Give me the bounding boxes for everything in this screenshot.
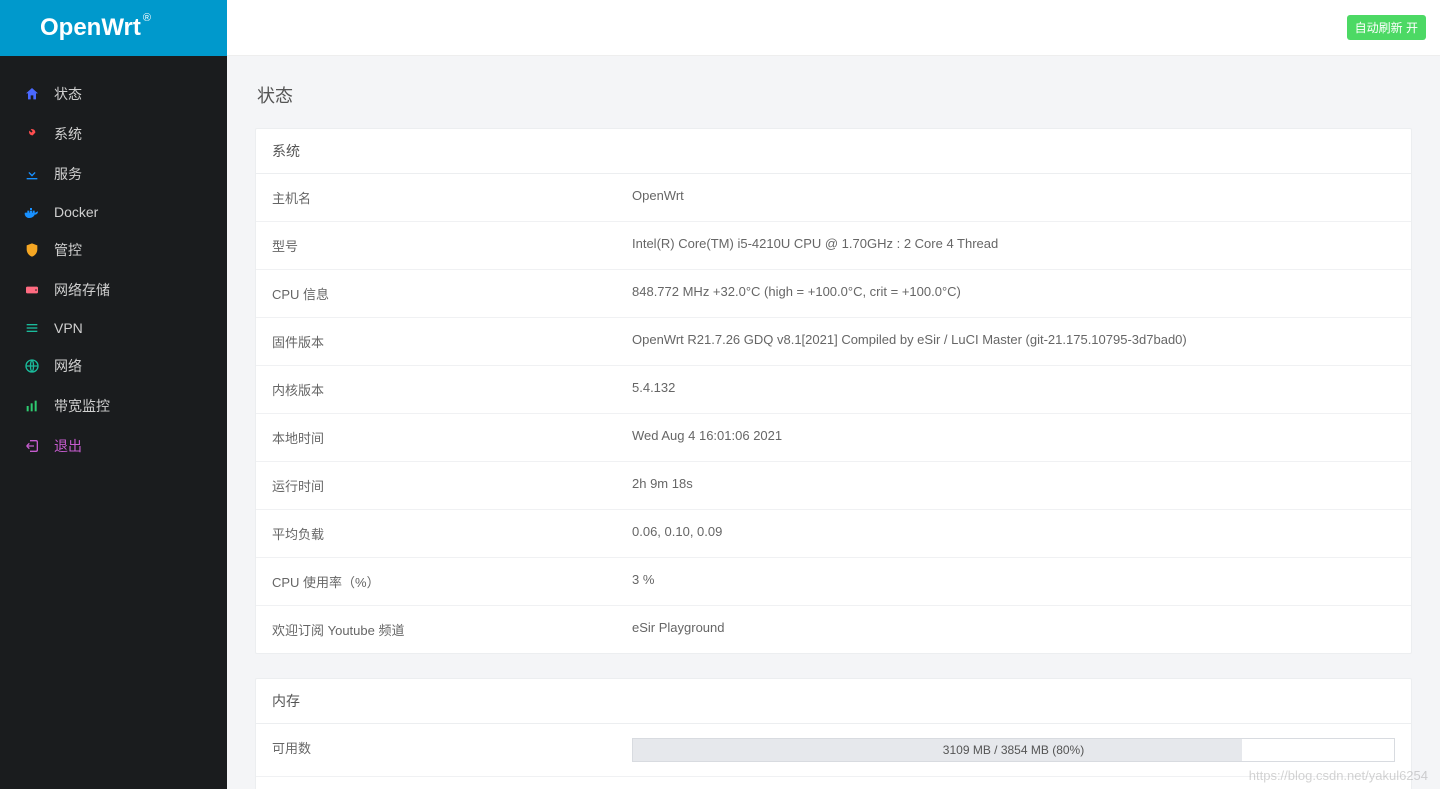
sidebar-item-1[interactable]: 系统 [0, 114, 227, 154]
sidebar-item-4[interactable]: 管控 [0, 230, 227, 270]
system-row-value: 5.4.132 [632, 380, 1395, 399]
memory-row: 已缓存111 MB / 3854 MB (2%) [256, 776, 1411, 789]
system-row: 运行时间2h 9m 18s [256, 461, 1411, 509]
system-row-label: 固件版本 [272, 332, 632, 351]
system-row-value: 2h 9m 18s [632, 476, 1395, 495]
home-icon [24, 86, 40, 102]
topbar: 自动刷新 开 [227, 0, 1440, 56]
download-icon [24, 166, 40, 182]
system-row-value: 3 % [632, 572, 1395, 591]
system-row-value: Intel(R) Core(TM) i5-4210U CPU @ 1.70GHz… [632, 236, 1395, 255]
system-row-value: 848.772 MHz +32.0°C (high = +100.0°C, cr… [632, 284, 1395, 303]
system-row-label: 运行时间 [272, 476, 632, 495]
sidebar-item-label: 状态 [54, 84, 207, 104]
system-row-value: eSir Playground [632, 620, 1395, 639]
brand-logo[interactable]: OpenWrt® [0, 0, 227, 56]
logout-icon [24, 438, 40, 454]
sidebar-item-9[interactable]: 退出 [0, 426, 227, 466]
sidebar-item-6[interactable]: VPN [0, 310, 227, 346]
system-row: 本地时间Wed Aug 4 16:01:06 2021 [256, 413, 1411, 461]
sidebar-item-label: 网络存储 [54, 280, 207, 300]
brand-name: OpenWrt [40, 14, 141, 42]
sidebar-item-3[interactable]: Docker [0, 194, 227, 230]
panel-memory-title: 内存 [256, 679, 1411, 724]
sidebar-item-label: 系统 [54, 124, 207, 144]
system-row-value: 0.06, 0.10, 0.09 [632, 524, 1395, 543]
system-row: 固件版本OpenWrt R21.7.26 GDQ v8.1[2021] Comp… [256, 317, 1411, 365]
sidebar-item-label: Docker [54, 204, 207, 220]
system-row: 主机名OpenWrt [256, 174, 1411, 221]
system-row: 型号Intel(R) Core(TM) i5-4210U CPU @ 1.70G… [256, 221, 1411, 269]
sidebar-nav: 状态系统服务 Docker 管控网络存储 VPN 网络带宽监控退出 [0, 56, 227, 466]
panel-memory: 内存 可用数3109 MB / 3854 MB (80%)已缓存111 MB /… [255, 678, 1412, 789]
memory-row-value: 3109 MB / 3854 MB (80%) [632, 738, 1395, 762]
page-title: 状态 [257, 82, 1412, 108]
shield-icon [24, 242, 40, 258]
system-row-label: CPU 信息 [272, 284, 632, 303]
main: 自动刷新 开 状态 系统 主机名OpenWrt型号Intel(R) Core(T… [227, 0, 1440, 789]
whale-icon [24, 204, 40, 220]
sidebar-item-label: VPN [54, 320, 207, 336]
bars-icon [24, 320, 40, 336]
system-row-label: 型号 [272, 236, 632, 255]
system-row: CPU 信息848.772 MHz +32.0°C (high = +100.0… [256, 269, 1411, 317]
brand-sup: ® [143, 12, 151, 24]
sidebar-item-label: 带宽监控 [54, 396, 207, 416]
system-row-label: 平均负载 [272, 524, 632, 543]
system-row: 平均负载0.06, 0.10, 0.09 [256, 509, 1411, 557]
system-row-label: 内核版本 [272, 380, 632, 399]
content: 状态 系统 主机名OpenWrt型号Intel(R) Core(TM) i5-4… [227, 56, 1440, 789]
system-row-label: 欢迎订阅 Youtube 频道 [272, 620, 632, 639]
panel-system-title: 系统 [256, 129, 1411, 174]
sidebar-item-5[interactable]: 网络存储 [0, 270, 227, 310]
system-row: CPU 使用率（%）3 % [256, 557, 1411, 605]
tools-icon [24, 126, 40, 142]
system-row-label: 主机名 [272, 188, 632, 207]
panel-system: 系统 主机名OpenWrt型号Intel(R) Core(TM) i5-4210… [255, 128, 1412, 654]
system-row-label: 本地时间 [272, 428, 632, 447]
sidebar-item-label: 服务 [54, 164, 207, 184]
chart-icon [24, 398, 40, 414]
sidebar-item-label: 管控 [54, 240, 207, 260]
progress-text: 3109 MB / 3854 MB (80%) [633, 739, 1394, 761]
memory-row: 可用数3109 MB / 3854 MB (80%) [256, 724, 1411, 776]
memory-row-label: 可用数 [272, 738, 632, 762]
sidebar-item-8[interactable]: 带宽监控 [0, 386, 227, 426]
system-row-value: OpenWrt [632, 188, 1395, 207]
sidebar-item-label: 退出 [54, 436, 207, 456]
sidebar-item-7[interactable]: 网络 [0, 346, 227, 386]
system-row-value: Wed Aug 4 16:01:06 2021 [632, 428, 1395, 447]
sidebar-item-2[interactable]: 服务 [0, 154, 227, 194]
globe-icon [24, 358, 40, 374]
system-row: 内核版本5.4.132 [256, 365, 1411, 413]
system-row-label: CPU 使用率（%） [272, 572, 632, 591]
hdd-icon [24, 282, 40, 298]
sidebar-item-label: 网络 [54, 356, 207, 376]
system-row: 欢迎订阅 Youtube 频道eSir Playground [256, 605, 1411, 653]
sidebar: OpenWrt® 状态系统服务 Docker 管控网络存储 VPN 网络带宽监控退出 [0, 0, 227, 789]
progress-bar: 3109 MB / 3854 MB (80%) [632, 738, 1395, 762]
sidebar-item-0[interactable]: 状态 [0, 74, 227, 114]
system-row-value: OpenWrt R21.7.26 GDQ v8.1[2021] Compiled… [632, 332, 1395, 351]
auto-refresh-toggle[interactable]: 自动刷新 开 [1347, 15, 1426, 40]
